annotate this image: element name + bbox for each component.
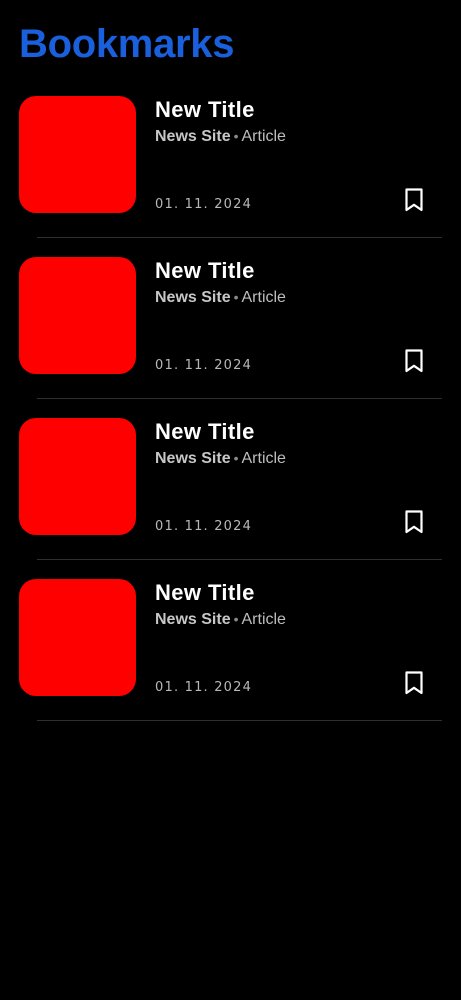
source-site: News Site [155, 289, 231, 306]
divider [37, 720, 442, 721]
thumbnail-image[interactable] [19, 257, 136, 374]
item-title: New Title [155, 580, 255, 605]
bookmark-button[interactable] [400, 669, 428, 697]
item-title: New Title [155, 258, 255, 283]
item-date: 01. 11. 2024 [155, 358, 253, 373]
thumbnail-image[interactable] [19, 418, 136, 535]
bookmark-outline-icon [405, 510, 423, 534]
bookmark-item[interactable]: New Title News Site • Article 01. 11. 2024 [0, 579, 461, 740]
bookmark-button[interactable] [400, 347, 428, 375]
divider [37, 237, 442, 238]
bookmark-button[interactable] [400, 508, 428, 536]
bookmark-list: New Title News Site • Article 01. 11. 2024… [0, 96, 461, 740]
item-date: 01. 11. 2024 [155, 680, 253, 695]
thumbnail-image[interactable] [19, 579, 136, 696]
source-site: News Site [155, 128, 231, 145]
content-type: Article [241, 611, 286, 628]
meta-separator: • [233, 128, 239, 144]
thumbnail-image[interactable] [19, 96, 136, 213]
bookmark-outline-icon [405, 671, 423, 695]
page-title: Bookmarks [19, 22, 235, 66]
divider [37, 559, 442, 560]
meta-separator: • [233, 289, 239, 305]
meta-separator: • [233, 450, 239, 466]
bookmark-outline-icon [405, 349, 423, 373]
source-site: News Site [155, 450, 231, 467]
bookmark-button[interactable] [400, 186, 428, 214]
bookmark-outline-icon [405, 188, 423, 212]
item-date: 01. 11. 2024 [155, 197, 253, 212]
meta-separator: • [233, 611, 239, 627]
bookmark-item[interactable]: New Title News Site • Article 01. 11. 2024 [0, 257, 461, 418]
item-title: New Title [155, 419, 255, 444]
bookmark-item[interactable]: New Title News Site • Article 01. 11. 2024 [0, 418, 461, 579]
item-meta: News Site • Article [155, 609, 286, 630]
item-meta: News Site • Article [155, 448, 286, 469]
source-site: News Site [155, 611, 231, 628]
item-date: 01. 11. 2024 [155, 519, 253, 534]
content-type: Article [241, 289, 286, 306]
content-type: Article [241, 128, 286, 145]
divider [37, 398, 442, 399]
item-meta: News Site • Article [155, 287, 286, 308]
item-title: New Title [155, 97, 255, 122]
bookmark-item[interactable]: New Title News Site • Article 01. 11. 2024 [0, 96, 461, 257]
content-type: Article [241, 450, 286, 467]
item-meta: News Site • Article [155, 126, 286, 147]
